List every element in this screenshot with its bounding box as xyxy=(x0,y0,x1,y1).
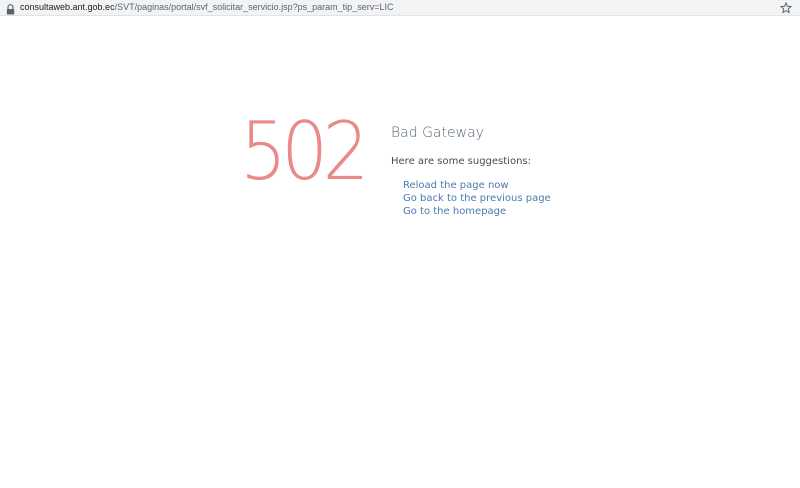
url-host: consultaweb.ant.gob.ec xyxy=(20,2,115,12)
suggestion-item: Reload the page now xyxy=(403,179,551,192)
error-code: 502 xyxy=(240,105,369,198)
suggestions-list: Reload the page now Go back to the previ… xyxy=(403,179,551,218)
url-text[interactable]: consultaweb.ant.gob.ec/SVT/paginas/porta… xyxy=(20,1,393,13)
reload-page-link[interactable]: Reload the page now xyxy=(403,180,509,191)
suggestion-item: Go to the homepage xyxy=(403,205,551,218)
go-back-link[interactable]: Go back to the previous page xyxy=(403,193,551,204)
star-icon[interactable] xyxy=(779,1,793,14)
error-title: Bad Gateway xyxy=(391,125,484,141)
homepage-link[interactable]: Go to the homepage xyxy=(403,206,506,217)
suggestions-label: Here are some suggestions: xyxy=(391,156,531,167)
url-path: /SVT/paginas/portal/svf_solicitar_servic… xyxy=(114,2,394,12)
lock-icon[interactable] xyxy=(6,2,15,15)
address-bar[interactable]: consultaweb.ant.gob.ec/SVT/paginas/porta… xyxy=(0,0,800,16)
suggestion-item: Go back to the previous page xyxy=(403,192,551,205)
